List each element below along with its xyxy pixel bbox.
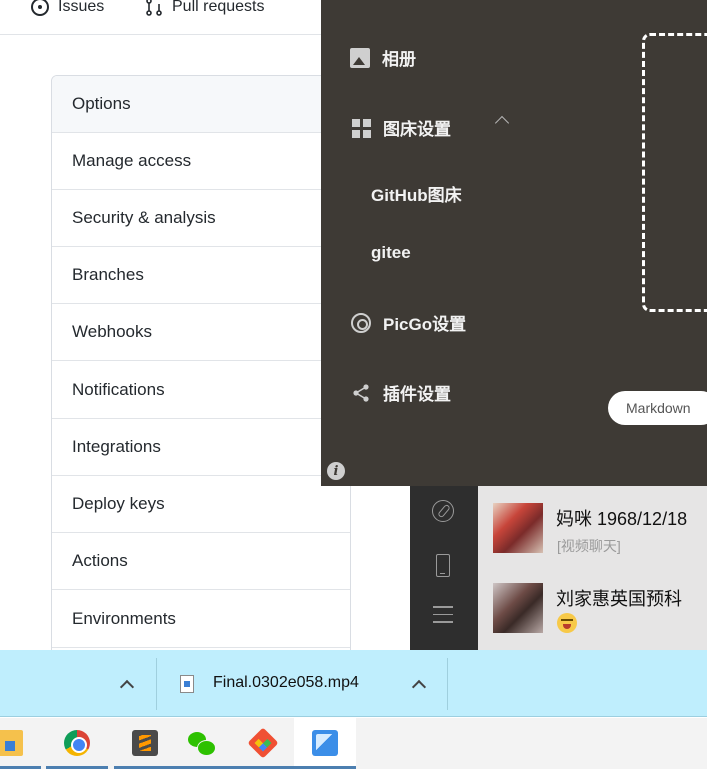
upload-drop-area[interactable] (642, 33, 707, 312)
menu-item-manage-access[interactable]: Manage access (52, 133, 350, 190)
menu-item-deploy-keys[interactable]: Deploy keys (52, 476, 350, 533)
settings-menu: Options Manage access Security & analysi… (51, 75, 351, 675)
menu-item-notifications[interactable]: Notifications (52, 362, 350, 419)
taskbar-picgo[interactable] (294, 718, 356, 769)
picgo-nav-picgo-settings-label: PicGo设置 (383, 315, 467, 334)
menu-item-label: Options (72, 94, 131, 113)
menu-item-label: Security & analysis (72, 208, 216, 227)
grid-icon (351, 118, 371, 138)
mini-program-icon[interactable] (432, 500, 454, 522)
markdown-format-label: Markdown (626, 400, 691, 416)
picgo-subnav-gitee-label: gitee (371, 243, 411, 262)
video-file-icon (180, 675, 194, 693)
menu-icon[interactable] (433, 606, 453, 624)
menu-item-actions[interactable]: Actions (52, 533, 350, 590)
tab-pull-requests-label: Pull requests (172, 0, 265, 15)
share-icon (351, 383, 371, 403)
phone-icon[interactable] (436, 554, 450, 577)
tab-issues[interactable]: Issues (31, 0, 104, 18)
menu-item-integrations[interactable]: Integrations (52, 419, 350, 476)
menu-item-label: Integrations (72, 437, 161, 456)
chat-name[interactable]: 刘家惠英国预科 (556, 585, 682, 611)
grinning-emoji-icon (557, 613, 577, 633)
taskbar-file-explorer[interactable] (0, 718, 41, 769)
menu-item-label: Actions (72, 551, 128, 570)
chat-preview: [视频聊天] (557, 538, 621, 554)
info-icon-glyph: i (333, 463, 339, 479)
tab-issues-label: Issues (58, 0, 105, 15)
chat-name[interactable]: 妈咪 1968/12/18 (556, 505, 687, 531)
markdown-format-toggle[interactable]: Markdown (608, 391, 707, 425)
menu-item-label: Deploy keys (72, 494, 165, 513)
menu-item-options[interactable]: Options (52, 76, 350, 133)
chrome-icon (64, 730, 90, 756)
picgo-nav-picgo-settings[interactable]: PicGo设置 (351, 310, 466, 335)
picgo-nav-plugin-settings-label: 插件设置 (383, 385, 451, 404)
folder-icon (0, 730, 23, 756)
git-pull-request-icon (145, 0, 163, 16)
git-icon (247, 727, 279, 759)
picgo-nav-image-host-label: 图床设置 (383, 120, 451, 139)
tab-pull-requests[interactable]: Pull requests (145, 0, 265, 18)
divider (156, 658, 157, 710)
menu-item-label: Branches (72, 265, 144, 284)
issue-opened-icon (31, 0, 49, 16)
info-icon[interactable]: i (327, 462, 345, 480)
gear-icon (351, 312, 371, 333)
picgo-subnav-github[interactable]: GitHub图床 (371, 181, 462, 206)
taskbar-chrome[interactable] (46, 718, 108, 769)
image-icon (350, 47, 370, 68)
avatar[interactable] (493, 583, 543, 633)
menu-item-label: Notifications (72, 380, 165, 399)
menu-item-branches[interactable]: Branches (52, 247, 350, 304)
picgo-icon (312, 730, 338, 756)
picgo-subnav-gitee[interactable]: gitee (371, 243, 411, 263)
sublime-text-icon (132, 730, 158, 756)
taskbar-sublime-text[interactable] (114, 718, 176, 769)
picgo-nav-image-host-settings[interactable]: 图床设置 (351, 115, 451, 140)
download-filename[interactable]: Final.0302e058.mp4 (213, 674, 359, 692)
menu-item-label: Webhooks (72, 322, 153, 341)
menu-item-label: Environments (72, 609, 176, 628)
avatar[interactable] (493, 503, 543, 553)
picgo-subnav-github-label: GitHub图床 (371, 186, 462, 205)
wechat-icon (188, 730, 216, 756)
picgo-nav-plugin-settings[interactable]: 插件设置 (351, 380, 451, 405)
menu-item-environments[interactable]: Environments (52, 591, 350, 648)
menu-item-webhooks[interactable]: Webhooks (52, 304, 350, 361)
divider (447, 658, 448, 710)
menu-item-label: Manage access (72, 151, 192, 170)
taskbar-git[interactable] (232, 718, 294, 769)
picgo-nav-album[interactable]: 相册 (350, 45, 416, 70)
picgo-nav-album-label: 相册 (382, 50, 416, 69)
menu-item-security-analysis[interactable]: Security & analysis (52, 190, 350, 247)
taskbar-wechat[interactable] (170, 718, 232, 769)
